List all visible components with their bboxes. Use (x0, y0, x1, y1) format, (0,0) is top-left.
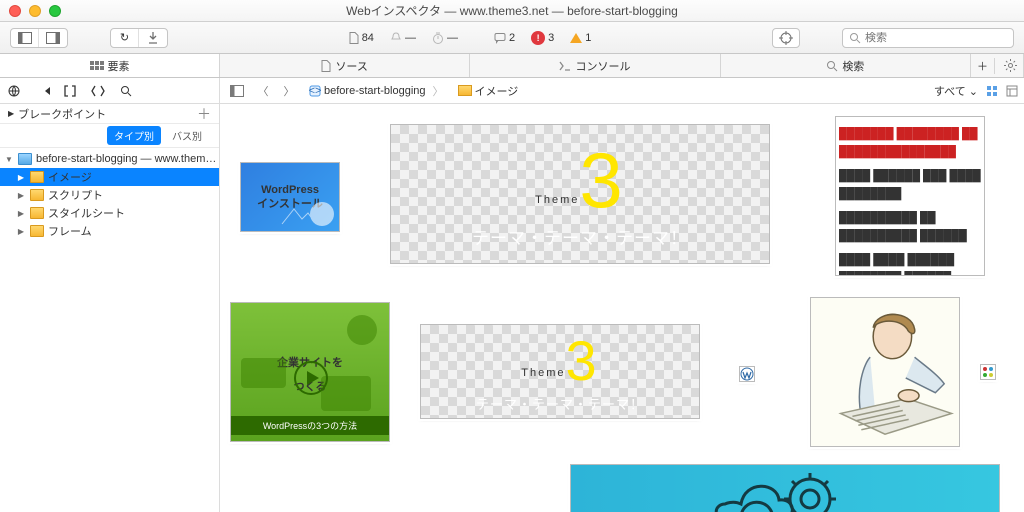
content-header: 〈 〉 <> before-start-blogging 〉 イメージ すべて … (220, 78, 1024, 104)
crumb-folder[interactable]: イメージ (453, 83, 524, 99)
disclosure-triangle-icon: ▶ (16, 209, 26, 218)
view-thumbnails-button[interactable] (986, 85, 998, 97)
image-thumbnail[interactable] (980, 364, 996, 380)
gear-icon (1004, 59, 1017, 72)
crosshair-icon (779, 31, 793, 45)
error-count[interactable]: ! 3 (531, 31, 554, 45)
bell-icon (390, 32, 402, 44)
toolbar-search[interactable] (842, 28, 1014, 48)
tree-folder-row[interactable]: ▶ フレーム (0, 222, 219, 240)
reload-button[interactable]: ↻ (111, 29, 139, 47)
search-icon (849, 32, 861, 44)
resource-filter: タイプ別 バス別 (0, 124, 219, 148)
image-thumbnail[interactable]: 企業サイトをつくる WordPressの3つの方法 (230, 302, 390, 442)
stopwatch-icon (432, 32, 444, 44)
target-button[interactable] (772, 28, 800, 48)
image-thumbnail[interactable] (570, 464, 1000, 512)
image-thumbnail[interactable] (739, 366, 755, 382)
nav-resources-icon[interactable] (6, 83, 22, 99)
left-sidebar-toggle[interactable] (11, 29, 39, 47)
wordpress-icon (740, 367, 754, 381)
navigator-sidebar: ▶ ブレークポイント ＋ タイプ別 バス別 ▼ before-start-blog… (0, 78, 220, 512)
nav-debugger-icon[interactable] (34, 83, 50, 99)
chat-icon (494, 32, 506, 44)
warning-triangle-icon (570, 33, 582, 43)
document-icon (321, 60, 331, 72)
tree-folder-row[interactable]: ▶ スクリプト (0, 186, 219, 204)
nav-brackets-icon[interactable] (62, 83, 78, 99)
document-icon (349, 32, 359, 44)
chevron-right-icon: 〉 (433, 83, 444, 99)
grid-icon (90, 61, 104, 71)
forward-button[interactable]: 〉 (278, 82, 300, 100)
folder-icon (30, 225, 44, 237)
folder-icon (458, 85, 472, 96)
image-thumbnail[interactable]: WordPressインストール (240, 162, 340, 232)
timer-status[interactable]: — (432, 32, 458, 44)
disclosure-triangle-icon: ▶ (16, 191, 26, 200)
tree-folder-row[interactable]: ▶ スタイルシート (0, 204, 219, 222)
folder-icon (30, 171, 44, 183)
tree-row-label: スタイルシート (48, 205, 125, 221)
add-breakpoint-button[interactable]: ＋ (197, 104, 211, 124)
folder-icon (30, 207, 44, 219)
log-count[interactable]: 2 (494, 32, 515, 44)
search-input[interactable] (865, 32, 1007, 44)
tree-row-label: フレーム (48, 223, 92, 239)
back-button[interactable]: 〈 (252, 82, 274, 100)
tree-document-row[interactable]: ▼ before-start-blogging — www.them… (0, 150, 219, 168)
navigator-tab-strip (0, 78, 219, 104)
tree-row-label: before-start-blogging — www.them… (36, 153, 216, 165)
download-button[interactable] (139, 29, 167, 47)
crumb-document[interactable]: <> before-start-blogging 〉 (304, 83, 449, 99)
console-icon (559, 61, 571, 71)
filter-by-path[interactable]: バス別 (165, 126, 209, 145)
image-thumbnail[interactable] (810, 297, 960, 447)
image-thumbnail[interactable]: Theme3 テーマ・テーマ・テーマ！ (390, 124, 770, 264)
nav-search-icon[interactable] (118, 83, 134, 99)
disclosure-triangle-icon: ▶ (8, 109, 14, 118)
breakpoints-header[interactable]: ▶ ブレークポイント ＋ (0, 104, 219, 124)
nav-spread-icon[interactable] (90, 83, 106, 99)
folder-icon (30, 189, 44, 201)
filter-by-type[interactable]: タイプ別 (107, 126, 161, 145)
resource-tree: ▼before-start-blogging — www.them…▶イメージ▶… (0, 148, 219, 512)
sidebar-toggle-group (10, 28, 68, 48)
scope-selector[interactable]: すべて ⌄ (934, 83, 978, 99)
svg-text:<>: <> (309, 85, 321, 97)
warning-count[interactable]: 1 (570, 32, 591, 44)
add-tab-button[interactable]: ＋ (971, 58, 995, 74)
disclosure-triangle-icon: ▶ (16, 227, 26, 236)
window-title: Webインスペクタ — www.theme3.net — before-star… (0, 2, 1024, 19)
body: ▶ ブレークポイント ＋ タイプ別 バス別 ▼ before-start-blog… (0, 78, 1024, 512)
tab-elements[interactable]: 要素 (0, 54, 220, 77)
tree-row-label: イメージ (48, 169, 92, 185)
tab-console[interactable]: コンソール (470, 54, 720, 77)
document-icon (18, 153, 32, 165)
right-sidebar-toggle[interactable] (39, 29, 67, 47)
timeline-status[interactable]: — (390, 32, 416, 44)
disclosure-triangle-icon: ▶ (16, 173, 26, 182)
image-thumbnail[interactable]: Japan ████ █████ ████████ ████ ██ ████ █… (835, 116, 985, 276)
tab-sources[interactable]: ソース (220, 54, 470, 77)
window-titlebar: Webインスペクタ — www.theme3.net — before-star… (0, 0, 1024, 22)
view-tree-button[interactable] (1006, 85, 1018, 97)
doc-badge-icon: <> (309, 85, 321, 97)
main-tab-bar: 要素 ソース コンソール 検索 ＋ (0, 54, 1024, 78)
resource-count[interactable]: 84 (349, 32, 374, 44)
tree-folder-row[interactable]: ▶ イメージ (0, 168, 219, 186)
image-thumbnail[interactable]: Theme3 テーマ・テーマ・テーマ！ (420, 324, 700, 419)
reload-group: ↻ (110, 28, 168, 48)
search-icon (826, 60, 838, 72)
content-browser: 〈 〉 <> before-start-blogging 〉 イメージ すべて … (220, 78, 1024, 512)
tree-row-label: スクリプト (48, 187, 103, 203)
error-badge-icon: ! (531, 31, 545, 45)
disclosure-triangle-icon: ▼ (4, 155, 14, 164)
tab-search[interactable]: 検索 (721, 54, 971, 77)
tab-extras: ＋ (971, 54, 1024, 77)
main-toolbar: ↻ 84 — — 2 ! 3 1 (0, 22, 1024, 54)
settings-gear-button[interactable] (999, 59, 1023, 72)
image-grid[interactable]: WordPressインストール Theme3 テーマ・テーマ・テーマ！ Japa… (220, 104, 1024, 512)
dock-mode-button[interactable] (226, 82, 248, 100)
